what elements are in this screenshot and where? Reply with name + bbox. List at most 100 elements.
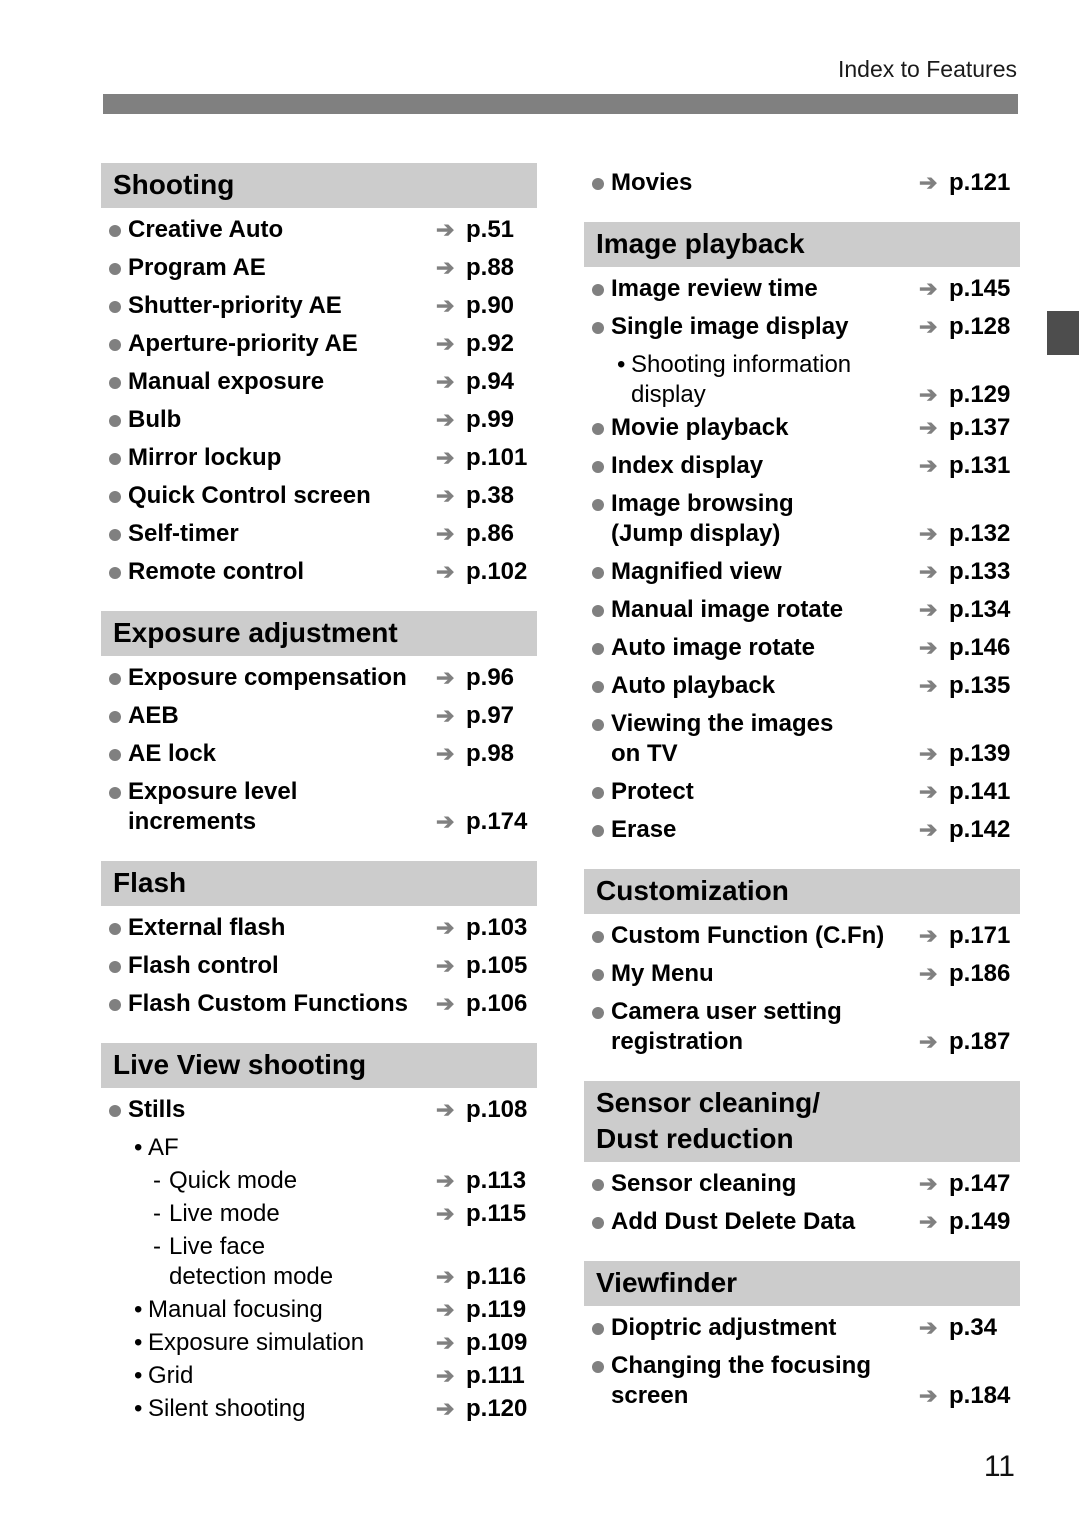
page-reference-link[interactable]: ➔ p.184 bbox=[919, 1381, 1010, 1411]
page-reference-link[interactable]: ➔ p.88 bbox=[436, 253, 514, 283]
page-number-ref: p.116 bbox=[466, 1263, 527, 1290]
page-reference-link[interactable]: ➔ p.102 bbox=[436, 557, 527, 587]
page-reference-link[interactable]: ➔ p.147 bbox=[919, 1169, 1010, 1199]
page-reference-link[interactable]: ➔ p.34 bbox=[919, 1313, 997, 1343]
index-entry[interactable]: Auto playback ➔ p.135 bbox=[584, 671, 1020, 701]
page-reference-link[interactable]: ➔ p.149 bbox=[919, 1207, 1010, 1237]
page-reference-link[interactable]: ➔ p.141 bbox=[919, 777, 1010, 807]
page-reference-link[interactable]: ➔ p.86 bbox=[436, 519, 514, 549]
index-entry[interactable]: Mirror lockup ➔ p.101 bbox=[101, 443, 537, 473]
index-entry[interactable]: Remote control ➔ p.102 bbox=[101, 557, 537, 587]
index-subentry[interactable]: • Exposure simulation ➔ p.109 bbox=[101, 1328, 537, 1358]
index-entry[interactable]: Self-timer ➔ p.86 bbox=[101, 519, 537, 549]
index-entry[interactable]: Magnified view ➔ p.133 bbox=[584, 557, 1020, 587]
page-reference-link[interactable]: ➔ p.94 bbox=[436, 367, 514, 397]
page-reference-link[interactable]: ➔ p.133 bbox=[919, 557, 1010, 587]
page-reference-link[interactable]: ➔ p.119 bbox=[436, 1295, 526, 1325]
index-subentry[interactable]: • AF bbox=[101, 1133, 537, 1163]
index-subsubentry[interactable]: - Live mode ➔ p.115 bbox=[101, 1199, 537, 1229]
index-entry[interactable]: Aperture-priority AE ➔ p.92 bbox=[101, 329, 537, 359]
index-entry[interactable]: AEB ➔ p.97 bbox=[101, 701, 537, 731]
page-reference-link[interactable]: ➔ p.113 bbox=[436, 1166, 526, 1196]
index-entry[interactable]: Exposure level increments ➔ p.174 bbox=[101, 777, 537, 837]
index-subsubentry[interactable]: - Live face detection mode ➔ p.116 bbox=[101, 1232, 537, 1292]
page-reference-link[interactable]: ➔ p.96 bbox=[436, 663, 514, 693]
index-entry[interactable]: Single image display ➔ p.128 bbox=[584, 312, 1020, 342]
page-reference-link[interactable]: ➔ p.135 bbox=[919, 671, 1010, 701]
index-entry[interactable]: Custom Function (C.Fn) ➔ p.171 bbox=[584, 921, 1020, 951]
index-entry[interactable]: Flash control ➔ p.105 bbox=[101, 951, 537, 981]
index-subentry[interactable]: • Manual focusing ➔ p.119 bbox=[101, 1295, 537, 1325]
page-reference-link[interactable]: ➔ p.132 bbox=[919, 519, 1010, 549]
index-entry[interactable]: Shutter-priority AE ➔ p.90 bbox=[101, 291, 537, 321]
index-entry[interactable]: Dioptric adjustment ➔ p.34 bbox=[584, 1313, 1020, 1343]
page-reference-link[interactable]: ➔ p.108 bbox=[436, 1095, 527, 1125]
page-reference-link[interactable]: ➔ p.106 bbox=[436, 989, 527, 1019]
index-entry[interactable]: Stills ➔ p.108 bbox=[101, 1095, 537, 1125]
index-entry[interactable]: Exposure compensation ➔ p.96 bbox=[101, 663, 537, 693]
page-reference-link[interactable]: ➔ p.174 bbox=[436, 807, 527, 837]
index-subentry[interactable]: • Grid ➔ p.111 bbox=[101, 1361, 537, 1391]
page-reference-link[interactable]: ➔ p.97 bbox=[436, 701, 514, 731]
index-entry[interactable]: Movies ➔ p.121 bbox=[584, 168, 1020, 198]
index-entry[interactable]: Viewing the images on TV ➔ p.139 bbox=[584, 709, 1020, 769]
index-entry[interactable]: AE lock ➔ p.98 bbox=[101, 739, 537, 769]
page-reference-link[interactable]: ➔ p.51 bbox=[436, 215, 514, 245]
index-entry[interactable]: Program AE ➔ p.88 bbox=[101, 253, 537, 283]
page-reference-link[interactable]: ➔ p.109 bbox=[436, 1328, 527, 1358]
page-reference-link[interactable]: ➔ p.121 bbox=[919, 168, 1010, 198]
page-reference-link[interactable]: ➔ p.137 bbox=[919, 413, 1010, 443]
page-reference-link[interactable]: ➔ p.101 bbox=[436, 443, 527, 473]
page-reference-link[interactable]: ➔ p.142 bbox=[919, 815, 1010, 845]
page-reference-link[interactable]: ➔ p.116 bbox=[436, 1262, 526, 1292]
page-reference-link[interactable]: ➔ p.146 bbox=[919, 633, 1010, 663]
page-reference-link[interactable]: ➔ p.145 bbox=[919, 274, 1010, 304]
page-reference-link[interactable]: ➔ p.139 bbox=[919, 739, 1010, 769]
page-reference-link[interactable]: ➔ p.128 bbox=[919, 312, 1010, 342]
index-entry[interactable]: Add Dust Delete Data ➔ p.149 bbox=[584, 1207, 1020, 1237]
page-reference-link[interactable]: ➔ p.98 bbox=[436, 739, 514, 769]
page-reference-link[interactable]: ➔ p.187 bbox=[919, 1027, 1010, 1057]
index-entry[interactable]: Changing the focusing screen ➔ p.184 bbox=[584, 1351, 1020, 1411]
page-reference-link[interactable]: ➔ p.105 bbox=[436, 951, 527, 981]
index-entry[interactable]: Flash Custom Functions ➔ p.106 bbox=[101, 989, 537, 1019]
page-reference-link[interactable]: ➔ p.171 bbox=[919, 921, 1010, 951]
page-reference-link[interactable]: ➔ p.134 bbox=[919, 595, 1010, 625]
index-entry[interactable]: Protect ➔ p.141 bbox=[584, 777, 1020, 807]
index-entry[interactable]: Image review time ➔ p.145 bbox=[584, 274, 1020, 304]
page-reference-link[interactable]: ➔ p.129 bbox=[919, 380, 1010, 410]
index-subsubentry[interactable]: - Quick mode ➔ p.113 bbox=[101, 1166, 537, 1196]
bullet-dot-icon bbox=[109, 377, 121, 389]
page-number-ref: p.149 bbox=[949, 1208, 1011, 1235]
index-entry[interactable]: Manual image rotate ➔ p.134 bbox=[584, 595, 1020, 625]
right-column: Movies ➔ p.121 Image playback Image review t… bbox=[584, 163, 1020, 1435]
page-reference-link[interactable]: ➔ p.131 bbox=[919, 451, 1010, 481]
page-reference-link[interactable]: ➔ p.38 bbox=[436, 481, 514, 511]
index-entry[interactable]: Bulb ➔ p.99 bbox=[101, 405, 537, 435]
index-entry[interactable]: Camera user setting registration ➔ p.187 bbox=[584, 997, 1020, 1057]
page-reference-link[interactable]: ➔ p.115 bbox=[436, 1199, 526, 1229]
index-entry[interactable]: Erase ➔ p.142 bbox=[584, 815, 1020, 845]
index-entry[interactable]: Movie playback ➔ p.137 bbox=[584, 413, 1020, 443]
page-reference-link[interactable]: ➔ p.103 bbox=[436, 913, 527, 943]
index-entry[interactable]: Auto image rotate ➔ p.146 bbox=[584, 633, 1020, 663]
page-reference-link[interactable]: ➔ p.186 bbox=[919, 959, 1010, 989]
page-reference-link[interactable]: ➔ p.90 bbox=[436, 291, 514, 321]
index-subentry[interactable]: • Silent shooting ➔ p.120 bbox=[101, 1394, 537, 1424]
index-entry[interactable]: Index display ➔ p.131 bbox=[584, 451, 1020, 481]
bullet-dot-icon bbox=[592, 284, 604, 296]
page-reference-link[interactable]: ➔ p.120 bbox=[436, 1394, 527, 1424]
index-entry[interactable]: Image browsing (Jump display) ➔ p.132 bbox=[584, 489, 1020, 549]
index-entry[interactable]: Creative Auto ➔ p.51 bbox=[101, 215, 537, 245]
page-reference-link[interactable]: ➔ p.99 bbox=[436, 405, 514, 435]
index-entry[interactable]: My Menu ➔ p.186 bbox=[584, 959, 1020, 989]
index-subentry[interactable]: • Shooting information display ➔ p.129 bbox=[584, 350, 1020, 410]
index-entry[interactable]: External flash ➔ p.103 bbox=[101, 913, 537, 943]
section-heading: Viewfinder bbox=[584, 1261, 1020, 1306]
arrow-right-icon: ➔ bbox=[919, 1383, 938, 1408]
index-entry[interactable]: Manual exposure ➔ p.94 bbox=[101, 367, 537, 397]
page-reference-link[interactable]: ➔ p.92 bbox=[436, 329, 514, 359]
index-entry[interactable]: Sensor cleaning ➔ p.147 bbox=[584, 1169, 1020, 1199]
page-reference-link[interactable]: ➔ p.111 bbox=[436, 1361, 525, 1391]
index-entry[interactable]: Quick Control screen ➔ p.38 bbox=[101, 481, 537, 511]
